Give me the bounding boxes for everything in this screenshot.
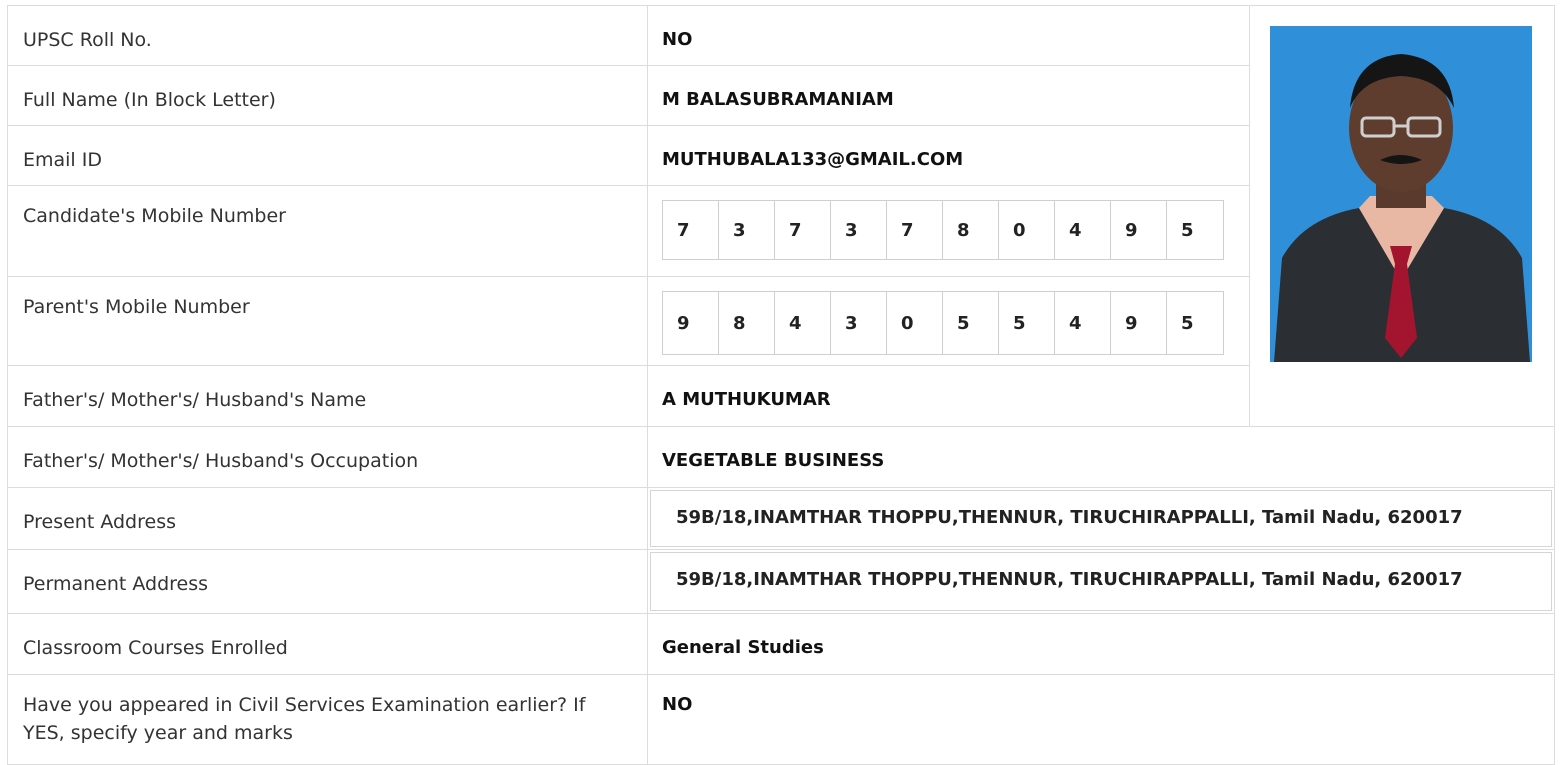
mobile-digit: 7 — [775, 201, 831, 259]
mobile-digit: 5 — [1181, 219, 1194, 241]
mobile-digit: 3 — [719, 201, 775, 259]
value-permanent-address: 59B/18,INAMTHAR THOPPU,THENNUR, TIRUCHIR… — [647, 549, 1555, 614]
value-guardian-name: A MUTHUKUMAR — [647, 365, 1250, 427]
value-parent-mobile: 9 8 4 3 0 5 5 4 9 5 — [647, 276, 1250, 366]
present-address-text: 59B/18,INAMTHAR THOPPU,THENNUR, TIRUCHIR… — [650, 490, 1552, 547]
mobile-digit: 9 — [1111, 292, 1167, 354]
mobile-digit: 3 — [831, 292, 887, 354]
mobile-digit: 8 — [943, 201, 999, 259]
mobile-digit: 0 — [999, 201, 1055, 259]
parent-mobile-digits: 9 8 4 3 0 5 5 4 9 5 — [662, 291, 1224, 355]
mobile-digit: 5 — [943, 292, 999, 354]
label-guardian-name: Father's/ Mother's/ Husband's Name — [7, 365, 648, 427]
label-candidate-mobile: Candidate's Mobile Number — [7, 185, 648, 277]
value-guardian-occupation: VEGETABLE BUSINESS — [647, 426, 1555, 488]
value-civil-services-appeared: NO — [647, 674, 1555, 765]
mobile-digit: 4 — [1055, 292, 1111, 354]
permanent-address-text: 59B/18,INAMTHAR THOPPU,THENNUR, TIRUCHIR… — [650, 552, 1552, 611]
mobile-digit: 5 — [1181, 312, 1194, 334]
label-full-name: Full Name (In Block Letter) — [7, 65, 648, 126]
label-permanent-address: Permanent Address — [7, 549, 648, 614]
mobile-digit: 3 — [831, 201, 887, 259]
mobile-digit: 9 — [1111, 201, 1167, 259]
label-email: Email ID — [7, 125, 648, 186]
mobile-digit: 7 — [887, 201, 943, 259]
mobile-digit: 9 — [663, 292, 719, 354]
label-parent-mobile: Parent's Mobile Number — [7, 276, 648, 366]
value-present-address: 59B/18,INAMTHAR THOPPU,THENNUR, TIRUCHIR… — [647, 487, 1555, 550]
candidate-photo-image — [1264, 18, 1538, 368]
mobile-digit: 4 — [1055, 201, 1111, 259]
label-civil-services-appeared: Have you appeared in Civil Services Exam… — [7, 674, 648, 765]
value-upsc-roll: NO — [647, 5, 1250, 66]
mobile-digit: 8 — [719, 292, 775, 354]
mobile-digit: 5 — [999, 292, 1055, 354]
value-email: MUTHUBALA133@GMAIL.COM — [647, 125, 1250, 186]
value-full-name: M BALASUBRAMANIAM — [647, 65, 1250, 126]
mobile-digit: 4 — [775, 292, 831, 354]
label-courses-enrolled: Classroom Courses Enrolled — [7, 613, 648, 675]
value-candidate-mobile: 7 3 7 3 7 8 0 4 9 5 — [647, 185, 1250, 277]
label-present-address: Present Address — [7, 487, 648, 550]
candidate-photo — [1264, 18, 1538, 368]
value-courses-enrolled: General Studies — [647, 613, 1555, 675]
mobile-digit: 0 — [887, 292, 943, 354]
label-guardian-occupation: Father's/ Mother's/ Husband's Occupation — [7, 426, 648, 488]
label-upsc-roll: UPSC Roll No. — [7, 5, 648, 66]
candidate-mobile-digits: 7 3 7 3 7 8 0 4 9 5 — [662, 200, 1224, 260]
mobile-digit: 7 — [663, 201, 719, 259]
